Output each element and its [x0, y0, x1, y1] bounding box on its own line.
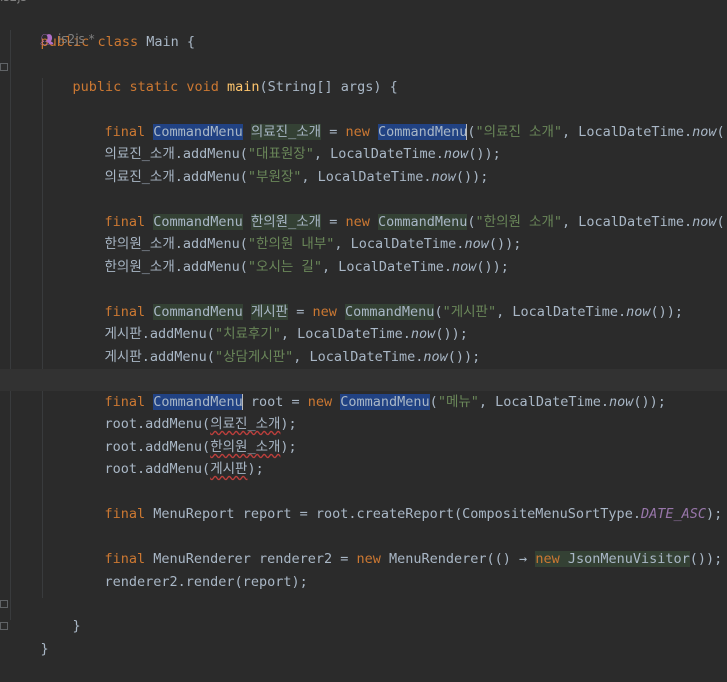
code-text: MenuReport report = root.createReport(Co…: [145, 506, 641, 522]
code-line[interactable]: final CommandMenu 게시판 = new CommandMenu(…: [72, 279, 727, 320]
method-params: (String[] args) {: [259, 79, 398, 95]
code-line[interactable]: root.addMenu(의료진_소개);: [72, 391, 727, 432]
code-text: );: [705, 506, 723, 522]
author-name: is2js *: [57, 32, 95, 46]
string-literal: "부원장": [247, 169, 302, 185]
code-text: root.addMenu(: [104, 461, 211, 477]
keyword: class: [97, 34, 139, 50]
static-method: now: [452, 259, 477, 275]
keyword: void: [186, 79, 219, 95]
code-line-close-method[interactable]: }: [40, 593, 727, 634]
code-text: 한의원_소개.addMenu(: [104, 259, 248, 275]
indent-guide: [42, 78, 43, 598]
top-author-hint: is2js: [0, 0, 27, 4]
code-line-method-decl[interactable]: public static void main(String[] args) {: [40, 54, 727, 95]
code-line[interactable]: 한의원_소개.addMenu("오시는 길", LocalDateTime.no…: [72, 234, 727, 275]
code-text: 의료진_소개.addMenu(: [104, 169, 248, 185]
code-line[interactable]: renderer2.render(report);: [72, 549, 727, 590]
code-text: , LocalDateTime.: [321, 259, 453, 275]
code-line[interactable]: 한의원_소개.addMenu("한의원 내부", LocalDateTime.n…: [72, 211, 727, 252]
brace: {: [186, 34, 196, 50]
code-text: 게시판.addMenu(: [104, 349, 215, 365]
code-text: renderer2.render(report);: [104, 574, 308, 590]
user-group-icon: 👥︎: [40, 33, 54, 46]
code-line[interactable]: 게시판.addMenu("상담게시판", LocalDateTime.now()…: [72, 324, 727, 365]
code-line[interactable]: root.addMenu(한의원_소개);: [72, 414, 727, 455]
brace: }: [40, 641, 49, 657]
fold-marker-icon[interactable]: [0, 63, 8, 71]
code-line-class-decl[interactable]: public class Main {: [8, 9, 727, 50]
keyword: public: [72, 79, 122, 95]
code-line[interactable]: final MenuRenderer renderer2 = new MenuR…: [72, 526, 727, 567]
code-line[interactable]: final CommandMenu 한의원_소개 = new CommandMe…: [72, 189, 727, 230]
fold-marker-icon[interactable]: [0, 622, 8, 630]
static-method: now: [431, 169, 456, 185]
keyword: final: [104, 506, 146, 522]
code-line[interactable]: root.addMenu(게시판);: [72, 436, 727, 477]
static-method: now: [423, 349, 448, 365]
class-name: Main: [146, 34, 179, 50]
code-line-close-class[interactable]: }: [8, 616, 727, 657]
code-text: ());: [455, 169, 489, 185]
code-line[interactable]: final CommandMenu 의료진_소개 = new CommandMe…: [72, 99, 727, 140]
fold-marker-icon[interactable]: [0, 600, 8, 608]
code-text: , LocalDateTime.: [293, 349, 424, 365]
string-literal: "상담게시판": [214, 349, 294, 365]
code-text: ());: [447, 349, 481, 365]
code-text: );: [247, 461, 264, 477]
author-hint[interactable]: 👥︎ is2js *: [40, 32, 95, 46]
code-text: , LocalDateTime.: [301, 169, 432, 185]
enum-constant: DATE_ASC: [640, 506, 706, 522]
code-line-current[interactable]: final CommandMenu root = new CommandMenu…: [0, 369, 727, 410]
indent-guide: [10, 30, 11, 620]
method-name: main: [227, 79, 260, 95]
code-line[interactable]: final MenuReport report = root.createRep…: [72, 481, 727, 522]
code-line[interactable]: 게시판.addMenu("치료후기", LocalDateTime.now())…: [72, 301, 727, 342]
code-text: ());: [476, 259, 509, 275]
code-line[interactable]: 의료진_소개.addMenu("부원장", LocalDateTime.now(…: [72, 144, 727, 185]
string-literal: "오시는 길": [247, 259, 322, 275]
code-line[interactable]: 의료진_소개.addMenu("대표원장", LocalDateTime.now…: [72, 121, 727, 162]
error-arg: 게시판: [210, 461, 248, 477]
keyword: static: [129, 79, 179, 95]
code-editor[interactable]: is2js public class Main { 👥︎is2js * publ…: [0, 0, 727, 657]
